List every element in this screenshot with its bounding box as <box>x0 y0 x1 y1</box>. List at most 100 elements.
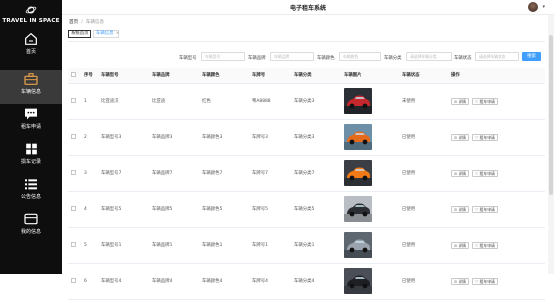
car-table: 序号 车辆型号 车辆品牌 车辆颜色 车牌号 车辆分类 车辆图片 车辆状态 操作 … <box>68 68 545 300</box>
row-checkbox[interactable] <box>71 97 76 103</box>
rent-apply-button-label: 租车申请 <box>479 206 495 212</box>
cell-image <box>344 83 402 120</box>
column-header[interactable]: 序号 <box>84 68 101 84</box>
cell-no: 1 <box>84 83 101 120</box>
cell-status: 已使用 <box>402 191 451 228</box>
cell-model: 车辆型号3 <box>101 119 152 156</box>
category-select[interactable]: 请选择车辆分类 <box>406 52 452 61</box>
detail-button[interactable]: ⊙ 详情 <box>451 97 469 105</box>
select-cell <box>68 227 84 264</box>
cell-image <box>344 155 402 192</box>
filter-label-brand: 车辆品牌 <box>248 56 266 61</box>
tab-dashboard[interactable]: 系统首页 <box>68 30 91 38</box>
column-header[interactable]: 车辆状态 <box>402 68 451 84</box>
search-button[interactable]: 搜索 <box>522 52 541 61</box>
car-photo <box>344 124 372 150</box>
brand-search-input[interactable]: 车辆品牌 <box>270 52 314 61</box>
status-select[interactable]: 请选择车辆状态 <box>475 52 519 61</box>
cell-actions: ⊙ 详情 ♡ 租车申请 <box>451 191 545 228</box>
rent-apply-button[interactable]: ♡ 租车申请 <box>471 133 498 141</box>
filter-label-status: 车辆状态 <box>454 56 472 61</box>
table-row: 1 比亚迪汉 比亚迪 红色 粤A8888 车辆分类3 未使用 ⊙ 详情 ♡ 租车申请 <box>68 83 545 120</box>
cell-actions: ⊙ 详情 ♡ 租车申请 <box>451 83 545 120</box>
select-all-checkbox[interactable] <box>71 71 76 77</box>
scrollbar-thumb[interactable] <box>549 35 553 195</box>
tab-car-info[interactable]: 车辆信息 × <box>93 30 119 38</box>
avatar[interactable] <box>528 2 538 12</box>
column-header[interactable]: 车辆颜色 <box>202 68 252 84</box>
chevron-down-icon[interactable]: ▾ <box>542 4 545 10</box>
sidebar-item-damage-record[interactable]: 损车记录 <box>0 143 62 177</box>
sidebar-item-rent-apply[interactable]: 租车申请 <box>0 108 62 142</box>
table-row: 3 车辆型号7 车辆品牌7 车辆颜色7 车牌号7 车辆分类7 已使用 ⊙ 详情 ♡ 租车申请 <box>68 155 545 192</box>
close-icon[interactable]: × <box>116 31 120 36</box>
cell-plate: 车牌号4 <box>252 263 294 300</box>
breadcrumb: 首页 / 车辆信息 <box>69 19 104 25</box>
cell-category: 车辆分类5 <box>294 191 344 228</box>
color-search-input[interactable]: 车辆颜色 <box>339 52 381 61</box>
cell-brand: 车辆品牌3 <box>152 119 202 156</box>
detail-button[interactable]: ⊙ 详情 <box>451 241 469 249</box>
cell-status: 未使用 <box>402 83 451 120</box>
column-header[interactable]: 车辆品牌 <box>152 68 202 84</box>
cell-image <box>344 191 402 228</box>
sidebar: TRAVEL IN SPACE 首页 车辆信息 租车申请 损车记录 公告信息 我… <box>0 0 62 274</box>
cell-brand: 车辆品牌7 <box>152 155 202 192</box>
cell-color: 车辆颜色7 <box>202 155 252 192</box>
sidebar-item-my-info[interactable]: 我的信息 <box>0 213 62 247</box>
detail-button[interactable]: ⊙ 详情 <box>451 133 469 141</box>
cell-no: 6 <box>84 263 101 300</box>
rent-apply-button[interactable]: ♡ 租车申请 <box>471 205 498 213</box>
rent-apply-button-label: 租车申请 <box>479 278 495 284</box>
sidebar-item-home[interactable]: 首页 <box>0 33 62 67</box>
row-checkbox[interactable] <box>71 133 76 139</box>
detail-button[interactable]: ⊙ 详情 <box>451 277 469 285</box>
cell-category: 车辆分类3 <box>294 119 344 156</box>
table-row: 4 车辆型号5 车辆品牌5 车辆颜色5 车牌号5 车辆分类5 已使用 ⊙ 详情 ♡ 租车申请 <box>68 191 545 228</box>
column-header[interactable]: 车牌号 <box>252 68 294 84</box>
column-header[interactable]: 车辆分类 <box>294 68 344 84</box>
cell-no: 3 <box>84 155 101 192</box>
model-search-input[interactable]: 车辆型号 <box>201 52 245 61</box>
detail-button-label: 详情 <box>458 242 466 248</box>
rent-apply-button[interactable]: ♡ 租车申请 <box>471 97 498 105</box>
cell-color: 车辆颜色1 <box>202 227 252 264</box>
system-title: 电子租车系统 <box>289 5 326 12</box>
column-header[interactable]: 车辆型号 <box>101 68 152 84</box>
rent-apply-button[interactable]: ♡ 租车申请 <box>471 277 498 285</box>
cell-actions: ⊙ 详情 ♡ 租车申请 <box>451 155 545 192</box>
scrollbar[interactable] <box>548 15 554 274</box>
detail-button-label: 详情 <box>458 278 466 284</box>
table-row: 6 车辆型号4 车辆品牌4 车辆颜色4 车牌号4 车辆分类4 已使用 ⊙ 详情 ♡ 租车申请 <box>68 263 545 300</box>
breadcrumb-home[interactable]: 首页 <box>69 20 78 25</box>
cell-no: 4 <box>84 191 101 228</box>
detail-button[interactable]: ⊙ 详情 <box>451 169 469 177</box>
rent-apply-button[interactable]: ♡ 租车申请 <box>471 169 498 177</box>
rent-apply-button-label: 租车申请 <box>479 98 495 104</box>
select-cell <box>68 83 84 120</box>
row-checkbox[interactable] <box>71 169 76 175</box>
select-all-cell <box>68 68 84 84</box>
cell-image <box>344 227 402 264</box>
cell-category: 车辆分类4 <box>294 263 344 300</box>
row-checkbox[interactable] <box>71 277 76 283</box>
divider <box>68 41 545 42</box>
filter-label-color: 车辆颜色 <box>317 56 335 61</box>
detail-button[interactable]: ⊙ 详情 <box>451 205 469 213</box>
breadcrumb-current: 车辆信息 <box>85 20 105 25</box>
sidebar-item-notice[interactable]: 公告信息 <box>0 178 62 212</box>
rent-apply-button[interactable]: ♡ 租车申请 <box>471 241 498 249</box>
table-header: 序号 车辆型号 车辆品牌 车辆颜色 车牌号 车辆分类 车辆图片 车辆状态 操作 <box>68 68 545 84</box>
cell-no: 2 <box>84 119 101 156</box>
cell-status: 已使用 <box>402 263 451 300</box>
cell-actions: ⊙ 详情 ♡ 租车申请 <box>451 263 545 300</box>
car-photo <box>344 160 372 186</box>
breadcrumb-separator: / <box>81 20 83 25</box>
tab-label: 系统首页 <box>71 31 89 36</box>
cell-model: 车辆型号4 <box>101 263 152 300</box>
sidebar-item-car-info[interactable]: 车辆信息 <box>0 70 62 104</box>
detail-button-label: 详情 <box>458 170 466 176</box>
row-checkbox[interactable] <box>71 241 76 247</box>
cell-plate: 车牌号5 <box>252 191 294 228</box>
row-checkbox[interactable] <box>71 205 76 211</box>
